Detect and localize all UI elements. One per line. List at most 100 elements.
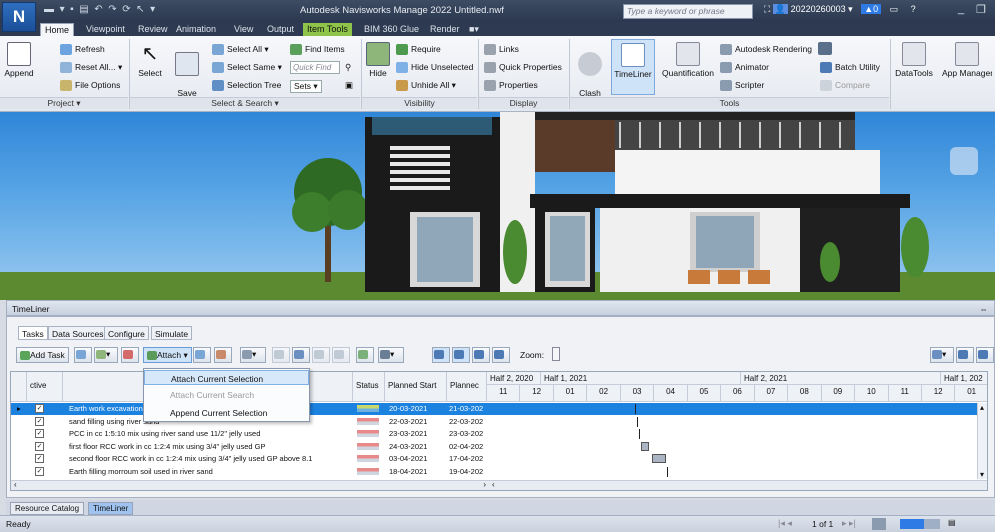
filter-icon[interactable]: ▾ bbox=[240, 347, 266, 363]
task-name[interactable]: first floor RCC work in cc 1:2:4 mix usi… bbox=[69, 442, 351, 451]
indent-icon[interactable] bbox=[272, 347, 290, 363]
gantt-bar[interactable] bbox=[639, 429, 640, 439]
restore-button[interactable]: ❐ bbox=[976, 3, 986, 16]
scroll-left-icon[interactable]: ‹ bbox=[14, 480, 17, 489]
project-panel-label[interactable]: Project ▾ bbox=[0, 97, 128, 109]
tab-animation[interactable]: Animation bbox=[172, 23, 220, 36]
planned-end-cell[interactable]: 23-03-202 bbox=[449, 429, 487, 438]
new-icon[interactable]: ▬ bbox=[44, 4, 54, 15]
undo-icon[interactable]: ↶ bbox=[94, 4, 102, 15]
attach-button[interactable]: Attach ▾ bbox=[143, 347, 192, 363]
scripter-button[interactable]: Scripter bbox=[720, 80, 764, 92]
planned-start-column-header[interactable]: Planned Start bbox=[385, 372, 447, 402]
planned-end-cell[interactable]: 02-04-202 bbox=[449, 442, 487, 451]
planned-start-cell[interactable]: 20-03-2021 bbox=[389, 404, 427, 413]
hide-unselected-button[interactable]: Hide Unselected bbox=[396, 62, 473, 74]
active-checkbox[interactable]: ✓ bbox=[35, 454, 44, 463]
quick-find-input[interactable]: Quick Find bbox=[290, 61, 340, 74]
3d-viewport[interactable] bbox=[0, 112, 995, 300]
app-menu-button[interactable]: N bbox=[2, 2, 36, 32]
move-down-icon[interactable] bbox=[332, 347, 350, 363]
user-dropdown-icon[interactable]: ▾ bbox=[848, 4, 853, 14]
active-checkbox[interactable]: ✓ bbox=[35, 429, 44, 438]
first-page-icon[interactable]: |◂ ◂ bbox=[778, 518, 792, 529]
save-icon[interactable]: ▪ bbox=[70, 4, 74, 15]
planned-end-cell[interactable]: 21-03-202 bbox=[449, 404, 487, 413]
planned-end-cell[interactable]: 22-03-202 bbox=[449, 417, 487, 426]
file-options-button[interactable]: File Options bbox=[60, 80, 120, 92]
pin-icon[interactable]: ⇔ bbox=[980, 304, 989, 314]
scroll-up-icon[interactable]: ▴ bbox=[980, 403, 984, 412]
attach-current-search-item[interactable]: Attach Current Search bbox=[144, 387, 309, 402]
tab-viewpoint[interactable]: Viewpoint bbox=[82, 23, 129, 36]
timeliner-button[interactable]: TimeLiner bbox=[611, 39, 655, 95]
table-row[interactable]: ✓ PCC in cc 1:5:10 mix using river sand u… bbox=[11, 428, 489, 440]
gantt-bar[interactable] bbox=[652, 454, 666, 463]
gantt-bar[interactable] bbox=[641, 441, 649, 451]
grid-view-icon[interactable] bbox=[872, 518, 886, 530]
appearance-profiler-icon[interactable] bbox=[818, 42, 835, 55]
task-name[interactable]: PCC in cc 1:5:10 mix using river sand us… bbox=[69, 429, 351, 438]
zoom-slider[interactable] bbox=[552, 347, 560, 361]
notification-button[interactable]: ▲0 bbox=[861, 4, 882, 14]
task-name[interactable]: Earth filling morroum soil used in river… bbox=[69, 467, 351, 476]
keyword-search-input[interactable]: Type a keyword or phrase bbox=[623, 4, 753, 19]
comment-icon[interactable] bbox=[356, 347, 374, 363]
refresh-icon[interactable]: ⟳ bbox=[122, 4, 130, 15]
select-icon[interactable]: ↖ bbox=[136, 4, 144, 15]
gantt-scroll-left-icon[interactable]: ‹ bbox=[492, 480, 495, 489]
properties-button[interactable]: Properties bbox=[484, 80, 538, 92]
qat-dropdown-icon[interactable]: ▾ bbox=[150, 4, 155, 15]
open-icon[interactable]: ▾ bbox=[60, 4, 65, 15]
tab-tasks[interactable]: Tasks bbox=[18, 326, 48, 340]
sets-manage-icon[interactable]: ▣ bbox=[345, 80, 353, 91]
select-search-panel-label[interactable]: Select & Search ▾ bbox=[130, 97, 360, 109]
hide-button[interactable]: Hide bbox=[366, 42, 390, 78]
planned-start-cell[interactable]: 24-03-2021 bbox=[389, 442, 427, 451]
planned-start-cell[interactable]: 18-04-2021 bbox=[389, 467, 427, 476]
quick-find-go-icon[interactable]: ⚲ bbox=[345, 62, 351, 73]
tab-render[interactable]: Render bbox=[426, 23, 464, 36]
table-row[interactable]: ✓ Earth filling morroum soil used in rive… bbox=[11, 466, 489, 478]
quick-properties-button[interactable]: Quick Properties bbox=[484, 62, 562, 74]
tab-data-sources[interactable]: Data Sources bbox=[48, 326, 108, 340]
append-current-selection-item[interactable]: Append Current Selection bbox=[144, 405, 309, 420]
refresh-button[interactable]: Refresh bbox=[60, 44, 105, 56]
move-up-icon[interactable] bbox=[312, 347, 330, 363]
auto-add-tasks-icon[interactable] bbox=[74, 347, 92, 363]
autodesk-rendering-button[interactable]: Autodesk Rendering bbox=[720, 44, 812, 56]
tab-resource-catalog[interactable]: Resource Catalog bbox=[10, 502, 85, 515]
task-name[interactable]: second floor RCC work in cc 1:2:4 mix us… bbox=[69, 454, 351, 463]
planned-start-cell[interactable]: 22-03-2021 bbox=[389, 417, 427, 426]
select-button[interactable]: ↖ Select bbox=[136, 42, 164, 78]
tab-home[interactable]: Home bbox=[40, 23, 75, 36]
auto-attach-icon[interactable] bbox=[193, 347, 211, 363]
planned-end-cell[interactable]: 17-04-202 bbox=[449, 454, 487, 463]
tab-item-tools[interactable]: Item Tools bbox=[303, 23, 352, 36]
scroll-right-icon[interactable]: › bbox=[483, 480, 486, 489]
tab-view[interactable]: View bbox=[230, 23, 257, 36]
tab-bim360-glue[interactable]: BIM 360 Glue bbox=[360, 23, 423, 36]
table-row[interactable]: ✓ first floor RCC work in cc 1:2:4 mix us… bbox=[11, 441, 489, 453]
active-checkbox[interactable]: ✓ bbox=[35, 416, 44, 426]
redo-icon[interactable]: ↷ bbox=[108, 4, 116, 15]
status-column-header[interactable]: Status bbox=[353, 372, 385, 402]
active-checkbox[interactable]: ✓ bbox=[35, 466, 44, 476]
attach-current-selection-item[interactable]: Attach Current Selection bbox=[144, 370, 309, 385]
import-icon[interactable] bbox=[956, 347, 974, 363]
datatools-button[interactable]: DataTools bbox=[893, 42, 935, 78]
user-icon[interactable]: 👤 bbox=[772, 4, 789, 14]
select-all-button[interactable]: Select All ▾ bbox=[212, 44, 269, 56]
app-manager-button[interactable]: App Manager bbox=[942, 42, 992, 78]
columns-icon[interactable]: ▾ bbox=[378, 347, 404, 363]
gantt-horizontal-scrollbar[interactable]: ‹ bbox=[489, 480, 987, 490]
vertical-scrollbar[interactable]: ▴ ▾ bbox=[977, 403, 987, 479]
view-actual-icon[interactable] bbox=[492, 347, 510, 363]
select-same-button[interactable]: Select Same ▾ bbox=[212, 62, 282, 74]
planned-start-cell[interactable]: 03-04-2021 bbox=[389, 454, 427, 463]
help-icon[interactable]: ? bbox=[911, 4, 916, 14]
gantt-bar[interactable] bbox=[637, 416, 638, 427]
exchange-icon[interactable]: ▭ bbox=[890, 4, 899, 14]
links-button[interactable]: Links bbox=[484, 44, 519, 56]
tab-review[interactable]: Review bbox=[134, 23, 172, 36]
